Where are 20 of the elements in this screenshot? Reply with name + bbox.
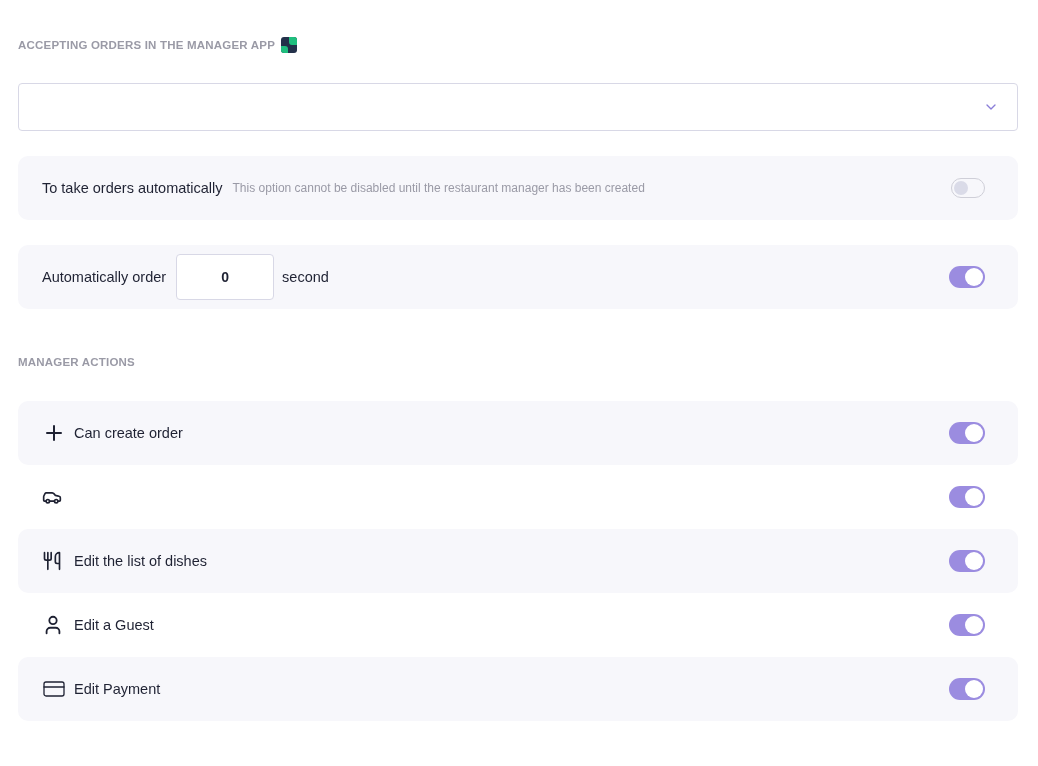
- section-title: MANAGER ACTIONS: [18, 356, 135, 368]
- toggle-switch[interactable]: [949, 678, 985, 700]
- option-hint: This option cannot be disabled until the restaurant manager has been created: [232, 181, 645, 195]
- toggle-switch[interactable]: [949, 486, 985, 508]
- seconds-input[interactable]: 0: [176, 254, 275, 300]
- option-label: Automatically order: [42, 269, 167, 285]
- toggle-switch[interactable]: [949, 614, 985, 636]
- option-label: To take orders automatically: [42, 180, 223, 196]
- toggle-switch[interactable]: [949, 422, 985, 444]
- dropdown-field[interactable]: [18, 83, 1018, 131]
- app-logo-icon: [281, 37, 298, 53]
- action-label: Can create order: [74, 425, 183, 441]
- toggle-switch[interactable]: [949, 550, 985, 572]
- toggle-switch[interactable]: [949, 266, 985, 288]
- action-label: Edit the list of dishes: [74, 553, 207, 569]
- fork-knife-icon: [42, 551, 62, 571]
- section-title: ACCEPTING ORDERS IN THE MANAGER APP: [18, 39, 276, 51]
- unit-label: second: [282, 269, 329, 285]
- action-label: Edit a Guest: [74, 617, 154, 633]
- action-label: Edit Payment: [74, 681, 161, 697]
